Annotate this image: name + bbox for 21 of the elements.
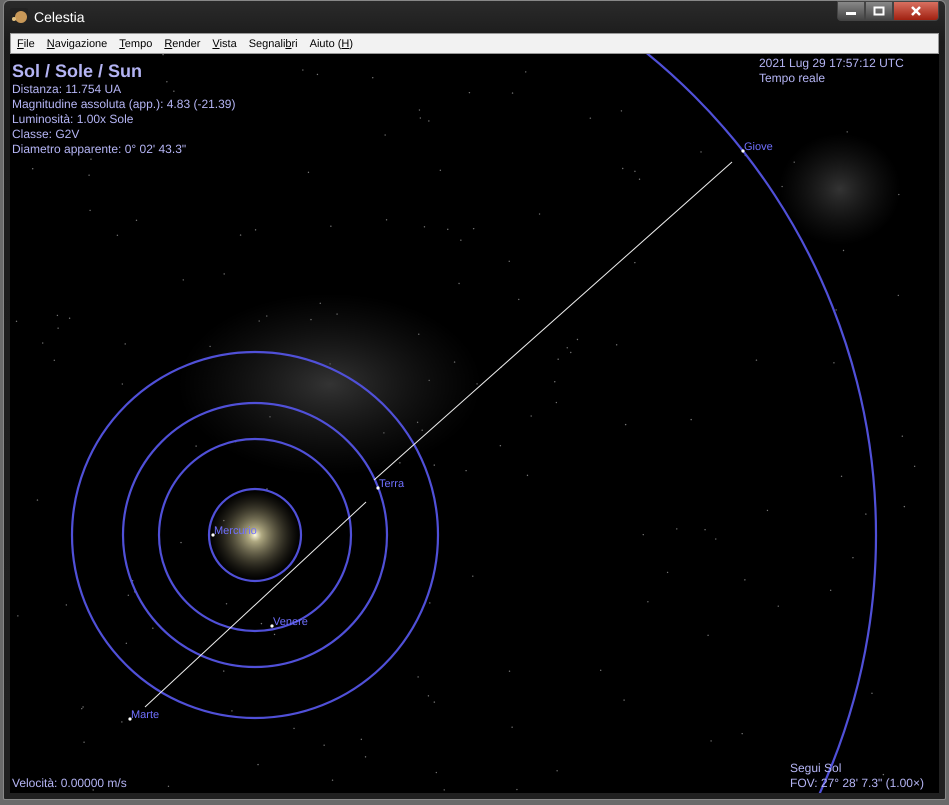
object-info-line: Classe: G2V <box>12 127 80 142</box>
menu-item[interactable]: Vista <box>212 38 237 50</box>
menu-item[interactable]: Segnalibri <box>248 38 298 50</box>
menu-item[interactable]: Aiuto (H) <box>310 38 354 50</box>
window-title: Celestia <box>34 9 85 25</box>
planet-label: Giove <box>744 141 773 153</box>
menu-item[interactable]: Navigazione <box>46 38 108 50</box>
menu-item[interactable]: Tempo <box>119 38 152 50</box>
planet-label: Mercurio <box>214 525 257 537</box>
object-info-line: Luminosità: 1.00x Sole <box>12 112 134 127</box>
object-info-line: Diametro apparente: 0° 02' 43.3" <box>12 142 188 157</box>
planet-label: Terra <box>379 478 404 490</box>
object-info-line: Distanza: 11.754 UA <box>12 82 122 97</box>
date-time: 2021 Lug 29 17:57:12 UTC <box>759 56 904 71</box>
object-info-line: Magnitudine assoluta (app.): 4.83 (-21.39) <box>12 97 236 112</box>
time-mode: Tempo reale <box>759 71 826 86</box>
menu-item[interactable]: File <box>17 38 35 50</box>
menu-item[interactable]: Render <box>164 38 200 50</box>
planet-label: Marte <box>131 709 160 721</box>
speed-text: Velocità: 0.00000 m/s <box>12 776 127 791</box>
object-name: Sol / Sole / Sun <box>12 60 144 82</box>
